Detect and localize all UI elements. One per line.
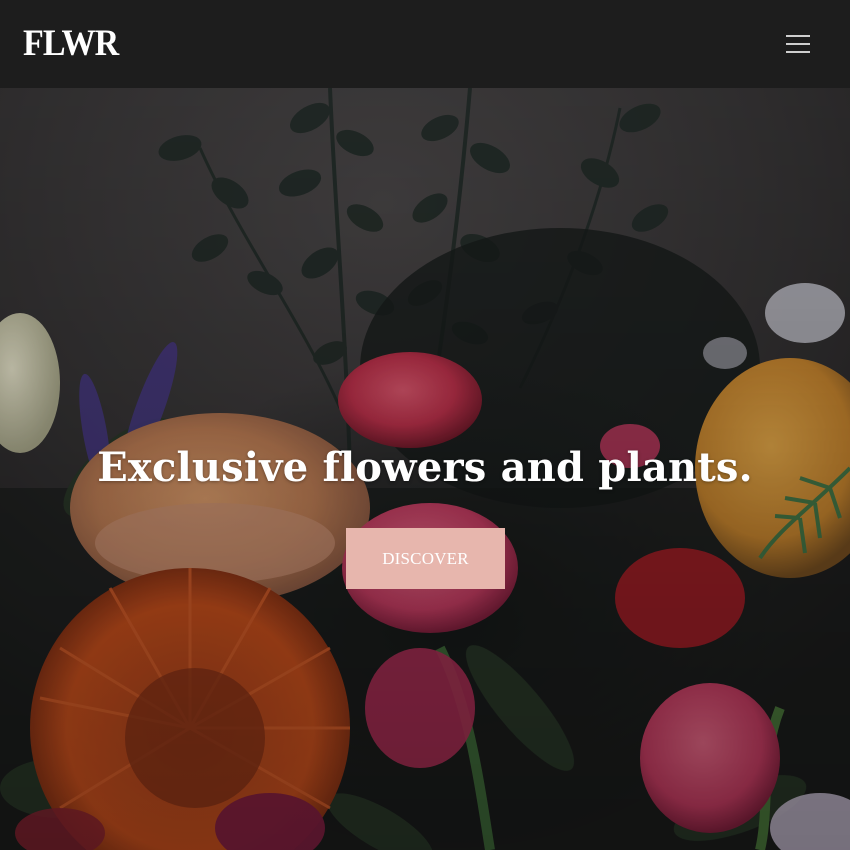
top-nav-bar: FLWR (0, 0, 850, 88)
brand-logo[interactable]: FLWR (23, 25, 119, 62)
discover-button[interactable]: DISCOVER (346, 528, 505, 589)
hero-section: Exclusive flowers and plants. DISCOVER (0, 88, 850, 850)
hamburger-menu-icon[interactable] (777, 25, 817, 63)
hero-title: Exclusive flowers and plants. (97, 444, 753, 491)
page: FLWR Exclusive flowers and plants. DISCO… (0, 0, 850, 850)
menu-bar-bottom (786, 51, 810, 53)
menu-bar-top (786, 35, 810, 37)
menu-bar-middle (786, 43, 810, 45)
